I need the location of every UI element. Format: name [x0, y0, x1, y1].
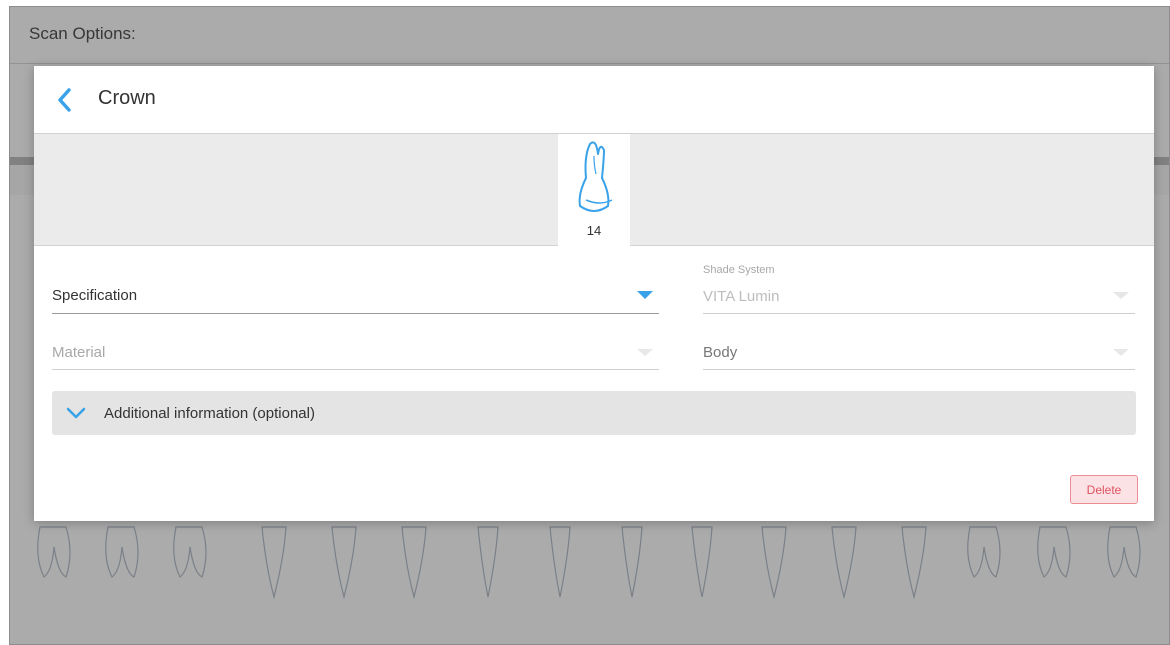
- dropdown-arrow-icon: [637, 291, 653, 299]
- specification-dropdown[interactable]: Specification: [52, 273, 659, 314]
- additional-information-label: Additional information (optional): [104, 405, 315, 422]
- selected-tooth-tile[interactable]: 14: [558, 134, 630, 246]
- shade-system-value: VITA Lumin: [703, 288, 780, 305]
- body-dropdown[interactable]: Body: [703, 329, 1135, 370]
- chevron-down-icon: [66, 407, 86, 419]
- body-value: Body: [703, 344, 738, 361]
- crown-dialog: Crown 14 Specification Shade System VITA…: [34, 66, 1154, 521]
- material-value: Material: [52, 344, 106, 361]
- chevron-left-icon: [58, 88, 71, 112]
- additional-information-toggle[interactable]: Additional information (optional): [52, 391, 1136, 435]
- shade-system-label: Shade System: [703, 264, 775, 276]
- dialog-header: Crown: [34, 66, 1154, 133]
- tooth-number: 14: [586, 223, 602, 238]
- tooth-icon: [578, 141, 613, 212]
- dialog-title: Crown: [98, 87, 156, 109]
- dropdown-arrow-icon: [1113, 349, 1129, 356]
- shade-system-dropdown[interactable]: Shade System VITA Lumin: [703, 264, 1135, 314]
- specification-value: Specification: [52, 287, 138, 304]
- material-dropdown[interactable]: Material: [52, 329, 659, 370]
- back-button[interactable]: [48, 84, 80, 116]
- dropdown-arrow-icon: [1113, 292, 1129, 299]
- dropdown-arrow-icon: [637, 349, 653, 356]
- tooth-selection-strip: 14: [34, 133, 1154, 246]
- delete-button[interactable]: Delete: [1070, 475, 1138, 504]
